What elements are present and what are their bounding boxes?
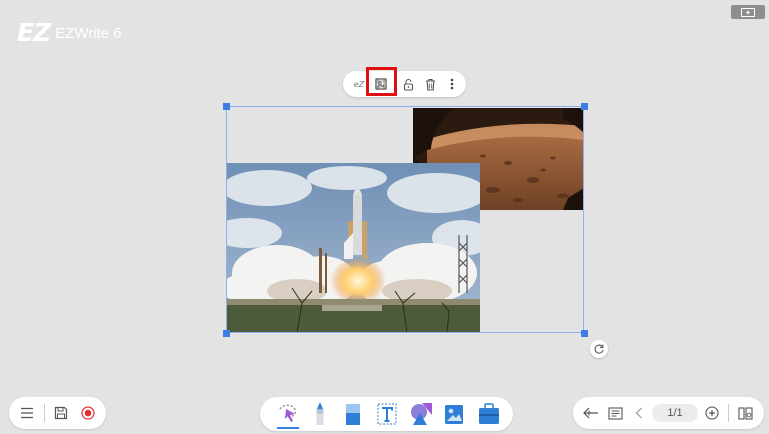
more-button[interactable]: [445, 71, 459, 97]
rotate-handle[interactable]: [590, 340, 608, 358]
divider: [44, 404, 45, 422]
selection-box: [226, 106, 584, 333]
main-menu-bar: [9, 397, 106, 429]
rotate-icon: [594, 344, 604, 354]
ez-label: eZ: [353, 79, 365, 89]
back-button[interactable]: [581, 403, 601, 423]
menu-button[interactable]: [17, 403, 37, 423]
save-icon: [54, 406, 68, 420]
page-nav-bar: 1/1: [573, 397, 764, 429]
logo-mark: EZ: [17, 18, 51, 47]
page-indicator[interactable]: 1/1: [652, 404, 698, 422]
app-logo: EZ EZWrite 6: [17, 20, 122, 46]
lasso-select-tool[interactable]: [275, 400, 301, 430]
menu-icon: [21, 407, 33, 419]
trash-icon: [425, 78, 435, 91]
page-overview-icon: [737, 406, 753, 420]
toolbox-tool[interactable]: [476, 401, 502, 427]
record-icon: [81, 406, 95, 420]
delete-button[interactable]: [422, 71, 438, 97]
eraser-tool[interactable]: [342, 401, 364, 427]
pen-icon: [316, 402, 324, 425]
selection-toolbar: eZ: [343, 71, 466, 97]
notes-button[interactable]: [605, 403, 625, 423]
prev-page-button[interactable]: [632, 403, 646, 423]
resize-handle-bottom-left[interactable]: [223, 330, 230, 337]
more-icon: [450, 78, 454, 90]
text-tool[interactable]: [375, 401, 399, 427]
resize-handle-top-right[interactable]: [581, 103, 588, 110]
pen-tool[interactable]: [310, 400, 330, 428]
app-title: EZWrite 6: [55, 24, 122, 42]
page-overview-button[interactable]: [735, 403, 755, 423]
record-button[interactable]: [78, 403, 98, 423]
lock-icon: [403, 78, 413, 91]
crop-highlight-box: [366, 67, 397, 96]
notes-icon: [607, 406, 623, 420]
toolbox-icon: [479, 403, 499, 424]
lasso-select-icon: [277, 404, 299, 429]
image-icon: [445, 405, 463, 424]
text-icon: [377, 403, 397, 425]
resize-handle-top-left[interactable]: [223, 103, 230, 110]
lock-button[interactable]: [400, 71, 416, 97]
divider: [728, 404, 729, 422]
back-icon: [583, 407, 598, 419]
prev-page-icon: [635, 407, 642, 419]
resize-handle-bottom-right[interactable]: [581, 330, 588, 337]
image-tool[interactable]: [442, 401, 466, 427]
screen-mode-button[interactable]: [731, 5, 765, 19]
tool-bar: [260, 397, 513, 431]
eraser-icon: [346, 404, 360, 425]
shape-icon: [411, 403, 432, 425]
save-button[interactable]: [51, 403, 71, 423]
shape-tool[interactable]: [408, 401, 434, 427]
screen-icon: [741, 7, 755, 17]
add-page-button[interactable]: [702, 403, 722, 423]
add-page-icon: [705, 406, 719, 420]
